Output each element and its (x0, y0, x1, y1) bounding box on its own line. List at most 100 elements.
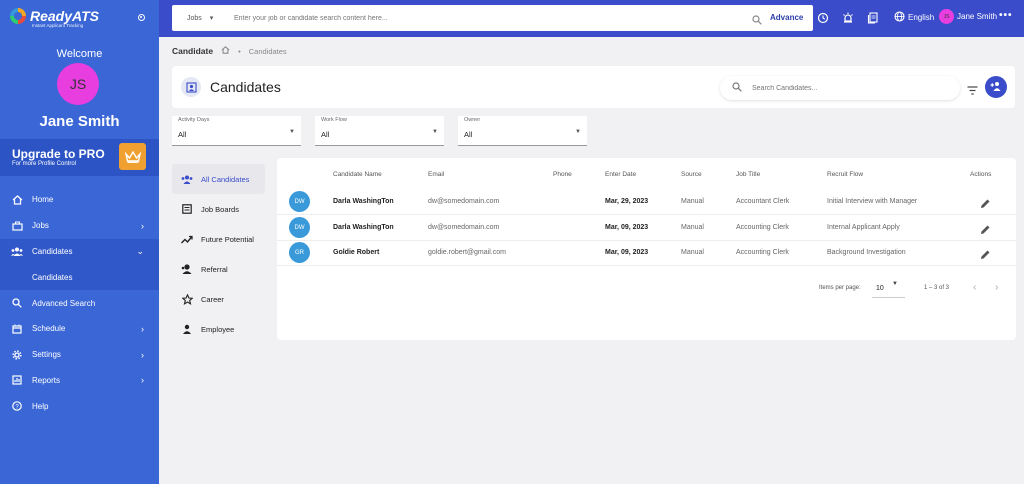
activity-days-select[interactable]: Activity Days All ▼ (172, 116, 301, 146)
logo-icon (10, 8, 26, 24)
crown-icon[interactable] (119, 143, 146, 170)
search-icon[interactable] (752, 12, 762, 30)
filter-value: All (321, 130, 330, 139)
user-name: Jane Smith (39, 113, 120, 130)
caret-down-icon: ▼ (892, 281, 898, 287)
column-header-source[interactable]: Source (681, 171, 702, 178)
category-future-potential[interactable]: Future Potential (172, 224, 265, 254)
job-board-icon (181, 204, 193, 214)
column-header-job-title[interactable]: Job Title (736, 171, 760, 178)
candidate-search-input[interactable] (752, 84, 952, 92)
sidebar: ReadyATS Instant Applicant Tracking Welc… (0, 0, 159, 484)
chevron-right-icon: › (141, 349, 144, 360)
category-all-candidates[interactable]: All Candidates (172, 164, 265, 194)
owner-select[interactable]: Owner All ▼ (458, 116, 587, 146)
person-icon (181, 324, 193, 334)
trending-up-icon (181, 235, 193, 244)
candidate-avatar: GR (289, 242, 310, 263)
chevron-left-icon[interactable]: ‹ (973, 282, 976, 293)
people-icon (11, 245, 23, 257)
briefcase-icon (11, 220, 23, 232)
candidate-name[interactable]: Darla WashingTon (333, 198, 394, 205)
chevron-right-icon: › (141, 323, 144, 334)
page-title: Candidates (210, 79, 281, 95)
caret-down-icon: ▾ (209, 15, 214, 22)
category-label: All Candidates (201, 174, 250, 184)
work-flow-select[interactable]: Work Flow All ▼ (315, 116, 444, 146)
search-scope-select[interactable]: Jobs ▾ (172, 14, 224, 23)
history-icon[interactable] (817, 11, 829, 29)
sidebar-item-reports[interactable]: Reports › (0, 368, 159, 394)
candidate-source: Manual (681, 249, 704, 256)
candidate-source: Manual (681, 224, 704, 231)
language-selector[interactable]: English (894, 11, 934, 24)
breadcrumb-item[interactable]: Candidates (249, 47, 287, 56)
filter-row: Activity Days All ▼ Work Flow All ▼ Owne… (172, 116, 601, 146)
add-user-icon (990, 78, 1002, 96)
sidebar-item-help[interactable]: ? Help (0, 393, 159, 419)
sidebar-item-label: Schedule (32, 324, 66, 334)
upgrade-subtitle: For more Profile Control (12, 161, 77, 167)
search-icon[interactable] (732, 79, 742, 97)
sidebar-item-candidates[interactable]: Candidates ⌄ (0, 238, 159, 265)
chevron-right-icon: › (141, 220, 144, 231)
candidate-recruit-flow: Internal Applicant Apply (827, 224, 900, 231)
global-search-input[interactable] (234, 14, 744, 22)
sidebar-item-settings[interactable]: Settings › (0, 342, 159, 368)
category-job-boards[interactable]: Job Boards (172, 194, 265, 224)
items-per-page-select[interactable]: 10 ▼ (872, 272, 905, 298)
documents-icon[interactable] (867, 11, 879, 29)
user-menu[interactable]: JS Jane Smith (939, 9, 997, 24)
sidebar-subitem-candidates[interactable]: Candidates (0, 264, 159, 291)
people-icon (181, 175, 193, 184)
filter-value: All (178, 130, 187, 139)
category-career[interactable]: Career (172, 284, 265, 314)
candidate-name[interactable]: Goldie Robert (333, 249, 379, 256)
column-header-recruit-flow[interactable]: Recruit Flow (827, 171, 863, 178)
table-row[interactable]: GR Goldie Robert goldie.robert@gmail.com… (277, 240, 1016, 266)
candidate-name[interactable]: Darla WashingTon (333, 224, 394, 231)
edit-icon[interactable] (980, 196, 991, 214)
sidebar-item-schedule[interactable]: Schedule › (0, 316, 159, 342)
table-row[interactable]: DW Darla WashingTon dw@somedomain.com Ma… (277, 215, 1016, 241)
user-name-top: Jane Smith (957, 12, 998, 21)
report-icon (11, 374, 23, 386)
edit-icon[interactable] (980, 247, 991, 265)
candidate-avatar: DW (289, 217, 310, 238)
column-header-phone[interactable]: Phone (553, 171, 572, 178)
filter-icon[interactable] (967, 82, 978, 100)
category-employee[interactable]: Employee (172, 314, 265, 344)
sidebar-item-label: Settings (32, 350, 61, 360)
user-avatar[interactable]: JS (57, 63, 99, 105)
filter-label: Work Flow (321, 117, 347, 123)
pagination-range: 1 – 3 of 3 (924, 285, 950, 291)
sidebar-item-advanced-search[interactable]: Advanced Search (0, 290, 159, 316)
brand-logo[interactable]: ReadyATS Instant Applicant Tracking (10, 8, 99, 28)
chevron-down-icon: ⌄ (136, 245, 144, 256)
caret-down-icon: ▼ (432, 129, 438, 135)
edit-icon[interactable] (980, 222, 991, 240)
column-header-email[interactable]: Email (428, 171, 444, 178)
alarm-icon[interactable] (842, 11, 854, 29)
candidate-recruit-flow: Background Investigation (827, 249, 906, 256)
help-icon: ? (11, 400, 23, 412)
chevron-right-icon[interactable]: › (995, 282, 998, 293)
category-referral[interactable]: Referral (172, 254, 265, 284)
sidebar-item-label: Candidates (32, 272, 73, 282)
filter-value: All (464, 130, 473, 139)
sidebar-toggle-icon[interactable] (138, 14, 145, 21)
column-header-name[interactable]: Candidate Name (333, 171, 382, 178)
upgrade-banner[interactable]: Upgrade to PRO For more Profile Control (0, 139, 159, 176)
sidebar-item-home[interactable]: Home (0, 187, 159, 213)
table-row[interactable]: DW Darla WashingTon dw@somedomain.com Ma… (277, 189, 1016, 215)
sidebar-item-jobs[interactable]: Jobs › (0, 213, 159, 239)
home-icon[interactable] (221, 46, 230, 56)
candidate-email: dw@somedomain.com (428, 198, 500, 205)
language-label: English (908, 13, 935, 22)
candidate-job-title: Accountant Clerk (736, 198, 790, 205)
globe-icon (894, 11, 905, 24)
more-options-icon[interactable]: ••• (999, 10, 1013, 21)
advance-search-button[interactable]: Advance (770, 13, 803, 22)
add-candidate-button[interactable] (985, 76, 1007, 98)
column-header-enter-date[interactable]: Enter Date (605, 171, 636, 178)
